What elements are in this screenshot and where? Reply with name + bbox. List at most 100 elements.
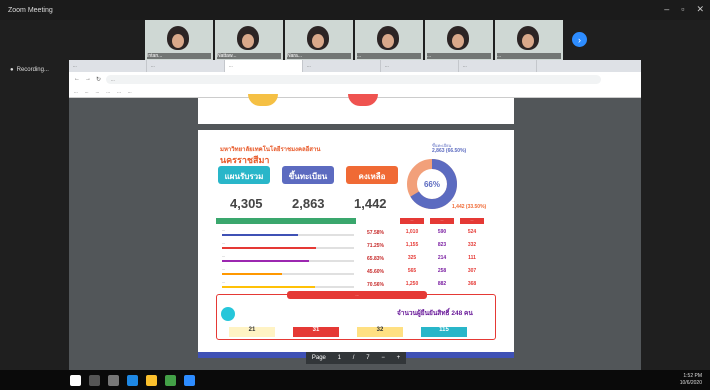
faculty-count-3: 368 — [467, 281, 477, 287]
window-title: Zoom Meeting — [8, 6, 53, 14]
registered-pill: ขึ้นทะเบียน — [282, 166, 334, 184]
faculty-percent: 70.56% — [367, 282, 384, 288]
faculty-row: ... 71.25% — [216, 241, 384, 253]
confirmation-banner: ... จำนวนผู้ยืนยันสิทธิ์ 248 คน 21 31 32… — [216, 291, 496, 340]
reload-icon[interactable]: ↻ — [96, 76, 101, 83]
task-view-icon[interactable] — [108, 374, 119, 386]
pdf-page: มหาวิทยาลัยเทคโนโลยีราชมงคลอีสาน นครราชส… — [198, 130, 514, 358]
bookmark-item[interactable]: ... — [117, 89, 121, 94]
zoom-out-icon[interactable]: − — [381, 355, 385, 361]
clock-time: 1:52 PM — [683, 373, 702, 379]
file-explorer-icon[interactable] — [146, 374, 157, 386]
current-page-input[interactable]: 1 — [338, 355, 341, 361]
participant-gallery: Intan... Nattaw... Nara... ... ... ... — [145, 20, 563, 62]
system-clock[interactable]: 1:52 PM 10/6/2020 — [680, 373, 702, 387]
bookmark-item[interactable]: ... — [74, 89, 78, 94]
bookmark-item[interactable]: ... — [128, 89, 132, 94]
donut-center-label: 66% — [424, 180, 440, 189]
plan-pill: แผนรับรวม — [218, 166, 270, 184]
registered-value: 2,863 — [292, 196, 325, 211]
start-icon[interactable] — [70, 374, 81, 386]
participant-video — [447, 26, 469, 50]
participant-name: ... — [427, 53, 491, 59]
bookmark-item[interactable]: ... — [106, 89, 110, 94]
bookmark-item[interactable]: ... — [85, 89, 89, 94]
remaining-value: 1,442 — [354, 196, 387, 211]
participant-name: ... — [357, 53, 421, 59]
browser-tab[interactable]: ... — [459, 60, 537, 72]
slide-heading-line2: นครราชสีมา — [220, 155, 270, 165]
browser-window: ... ... ... ... ... ... ← → ↻ ... ... ..… — [69, 60, 641, 98]
circle-decoration — [248, 94, 278, 106]
progress-fill — [222, 260, 309, 262]
zoom-app-icon[interactable] — [184, 374, 195, 386]
column-header-1: ... — [400, 218, 424, 224]
progress-track — [222, 234, 354, 236]
zoom-title-bar: Zoom Meeting – ▫ ✕ — [0, 0, 710, 20]
browser-tab[interactable]: ... — [69, 60, 147, 72]
banner-box-4: 115 — [421, 327, 467, 337]
participant-tile[interactable]: Intan... — [145, 20, 213, 60]
browser-tab[interactable]: ... — [303, 60, 381, 72]
faculty-name: ... — [222, 241, 225, 245]
clock-date: 10/6/2020 — [679, 380, 702, 386]
recording-label: Recording... — [16, 67, 49, 73]
address-bar[interactable]: ... — [106, 74, 601, 84]
faculty-percent: 65.83% — [367, 256, 384, 262]
browser-tab-active[interactable]: ... — [225, 60, 303, 72]
edge-icon[interactable] — [127, 374, 138, 386]
faculty-count-1: 565 — [407, 268, 417, 274]
column-header-2: ... — [430, 218, 454, 224]
progress-fill — [222, 273, 283, 275]
bookmark-item[interactable]: ... — [96, 89, 100, 94]
faculty-table-header — [216, 218, 356, 224]
address-row: ← → ↻ ... — [69, 72, 641, 86]
banner-box-3: 32 — [357, 327, 403, 337]
donut-registered-value: 2,863 (66.50%) — [432, 148, 467, 154]
participant-tile[interactable]: Nattaw... — [215, 20, 283, 60]
back-icon[interactable]: ← — [74, 76, 80, 82]
faculty-name: ... — [222, 280, 225, 284]
progress-fill — [222, 286, 316, 288]
progress-track — [222, 273, 354, 275]
faculty-count-1: 1,250 — [405, 281, 419, 287]
participant-tile[interactable]: ... — [425, 20, 493, 60]
participant-tile[interactable]: ... — [495, 20, 563, 60]
participant-name: Nattaw... — [217, 53, 281, 59]
faculty-row: ... 45.60% — [216, 267, 384, 279]
participant-tile[interactable]: ... — [355, 20, 423, 60]
banner-box-1: 21 — [229, 327, 275, 337]
faculty-row: ... 65.83% — [216, 254, 384, 266]
close-icon[interactable]: ✕ — [696, 4, 704, 15]
participant-video — [307, 26, 329, 50]
browser-tab[interactable]: ... — [147, 60, 225, 72]
minimize-icon[interactable]: – — [664, 4, 669, 15]
chrome-icon[interactable] — [165, 374, 176, 386]
faculty-count-1: 1,155 — [405, 242, 419, 248]
previous-page-fragment — [198, 94, 514, 124]
faculty-count-2: 590 — [437, 229, 447, 235]
faculty-percent: 45.60% — [367, 269, 384, 275]
forward-icon[interactable]: → — [85, 76, 91, 82]
donut-remaining-label: ... — [452, 198, 456, 203]
gallery-next-icon[interactable]: › — [572, 32, 587, 47]
participant-tile[interactable]: Nara... — [285, 20, 353, 60]
maximize-icon[interactable]: ▫ — [681, 4, 684, 15]
faculty-count-3: 332 — [467, 242, 477, 248]
banner-title: ... — [287, 291, 427, 299]
banner-icon — [221, 307, 235, 321]
participant-name: ... — [497, 53, 561, 59]
participant-name: Nara... — [287, 53, 351, 59]
zoom-in-icon[interactable]: + — [397, 355, 401, 361]
progress-track — [222, 286, 354, 288]
banner-total: จำนวนผู้ยืนยันสิทธิ์ 248 คน — [397, 310, 473, 317]
search-icon[interactable] — [89, 374, 100, 386]
faculty-row: ... 57.58% — [216, 228, 384, 240]
faculty-name: ... — [222, 267, 225, 271]
faculty-count-1: 1,010 — [405, 229, 419, 235]
browser-tab[interactable]: ... — [381, 60, 459, 72]
faculty-count-2: 214 — [437, 255, 447, 261]
recording-indicator[interactable]: ● Recording... — [10, 64, 58, 76]
progress-fill — [222, 247, 317, 249]
participant-video — [517, 26, 539, 50]
